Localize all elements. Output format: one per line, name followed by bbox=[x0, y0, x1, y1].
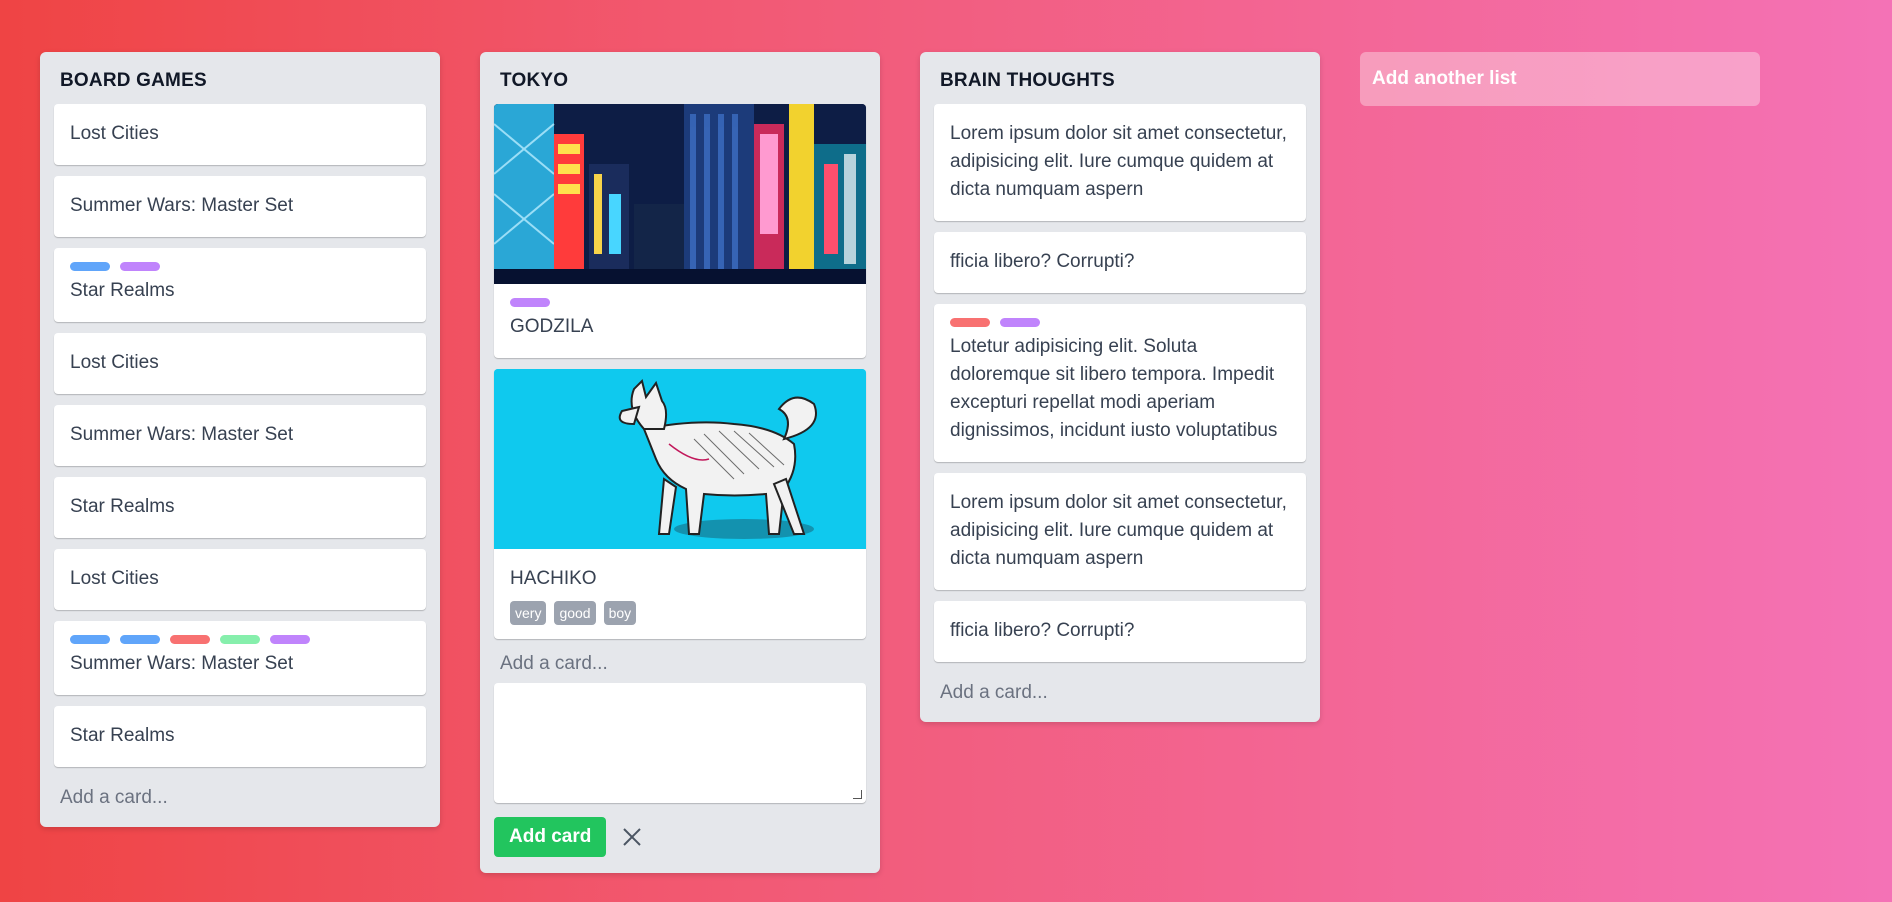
add-card-button[interactable]: Add card bbox=[494, 817, 607, 857]
tag[interactable]: good bbox=[554, 601, 596, 625]
list-brain-thoughts: BRAIN THOUGHTS Lorem ipsum dolor sit ame… bbox=[920, 52, 1320, 722]
card-title: Summer Wars: Master Set bbox=[70, 195, 294, 216]
card[interactable]: Lost Cities bbox=[54, 549, 426, 610]
label-green bbox=[220, 635, 260, 644]
label-purple bbox=[1000, 318, 1040, 327]
label-purple bbox=[510, 298, 550, 307]
card-title: Lost Cities bbox=[70, 123, 159, 144]
card-title: Star Realms bbox=[70, 280, 175, 301]
card-title: HACHIKO bbox=[510, 568, 597, 589]
card-title: Summer Wars: Master Set bbox=[70, 653, 294, 674]
card-title: Star Realms bbox=[70, 496, 175, 517]
card[interactable]: HACHIKO very good boy bbox=[494, 369, 866, 639]
card[interactable]: Star Realms bbox=[54, 706, 426, 767]
add-card-link[interactable]: Add a card... bbox=[940, 682, 1300, 704]
add-another-list-button[interactable]: Add another list bbox=[1360, 52, 1760, 106]
akita-dog-sketch-image bbox=[494, 369, 866, 549]
label-red bbox=[950, 318, 990, 327]
board: BOARD GAMES Lost Cities Summer Wars: Mas… bbox=[40, 52, 1760, 873]
card-title: fficia libero? Corrupti? bbox=[950, 620, 1135, 641]
list-tokyo: TOKYO GODZILA HACHIKO very good boy Add … bbox=[480, 52, 880, 873]
card[interactable]: Lorem ipsum dolor sit amet consectetur, … bbox=[934, 473, 1306, 590]
label-purple bbox=[120, 262, 160, 271]
card[interactable]: Star Realms bbox=[54, 477, 426, 538]
card-title: Lost Cities bbox=[70, 352, 159, 373]
card[interactable]: Lost Cities bbox=[54, 104, 426, 165]
card-title: Lorem ipsum dolor sit amet consectetur, … bbox=[950, 123, 1287, 200]
list-board-games: BOARD GAMES Lost Cities Summer Wars: Mas… bbox=[40, 52, 440, 827]
card[interactable]: Summer Wars: Master Set bbox=[54, 405, 426, 466]
card-title: Lorem ipsum dolor sit amet consectetur, … bbox=[950, 492, 1287, 569]
list-title[interactable]: TOKYO bbox=[500, 70, 860, 92]
close-icon[interactable] bbox=[620, 825, 644, 849]
tokyo-night-city-image bbox=[494, 104, 866, 284]
card[interactable]: Summer Wars: Master Set bbox=[54, 176, 426, 237]
tag[interactable]: boy bbox=[603, 601, 637, 625]
card[interactable]: Lost Cities bbox=[54, 333, 426, 394]
card[interactable]: Star Realms bbox=[54, 248, 426, 322]
label-blue bbox=[70, 635, 110, 644]
card-labels bbox=[510, 298, 850, 307]
tag[interactable]: very bbox=[510, 601, 547, 625]
label-blue bbox=[120, 635, 160, 644]
list-title[interactable]: BRAIN THOUGHTS bbox=[940, 70, 1300, 92]
card[interactable]: fficia libero? Corrupti? bbox=[934, 232, 1306, 293]
card-labels bbox=[70, 635, 410, 644]
card-labels bbox=[950, 318, 1290, 327]
card-title: Summer Wars: Master Set bbox=[70, 424, 294, 445]
city-illustration bbox=[494, 104, 866, 284]
card[interactable]: Lorem ipsum dolor sit amet consectetur, … bbox=[934, 104, 1306, 221]
new-card-textarea[interactable] bbox=[494, 683, 866, 803]
card[interactable]: Lotetur adipisicing elit. Soluta dolorem… bbox=[934, 304, 1306, 462]
list-title[interactable]: BOARD GAMES bbox=[60, 70, 420, 92]
add-card-link[interactable]: Add a card... bbox=[500, 653, 860, 675]
add-card-link[interactable]: Add a card... bbox=[60, 787, 420, 809]
label-red bbox=[170, 635, 210, 644]
card-tags: very good boy bbox=[510, 601, 850, 625]
card-labels bbox=[70, 262, 410, 271]
card-title: GODZILA bbox=[510, 316, 594, 337]
card[interactable]: GODZILA bbox=[494, 104, 866, 358]
card[interactable]: fficia libero? Corrupti? bbox=[934, 601, 1306, 662]
dog-illustration bbox=[494, 369, 866, 549]
card-title: Star Realms bbox=[70, 725, 175, 746]
card-title: fficia libero? Corrupti? bbox=[950, 251, 1135, 272]
label-purple bbox=[270, 635, 310, 644]
card-title: Lotetur adipisicing elit. Soluta dolorem… bbox=[950, 336, 1278, 441]
label-blue bbox=[70, 262, 110, 271]
card[interactable]: Summer Wars: Master Set bbox=[54, 621, 426, 695]
composer-actions: Add card bbox=[494, 817, 866, 857]
card-title: Lost Cities bbox=[70, 568, 159, 589]
